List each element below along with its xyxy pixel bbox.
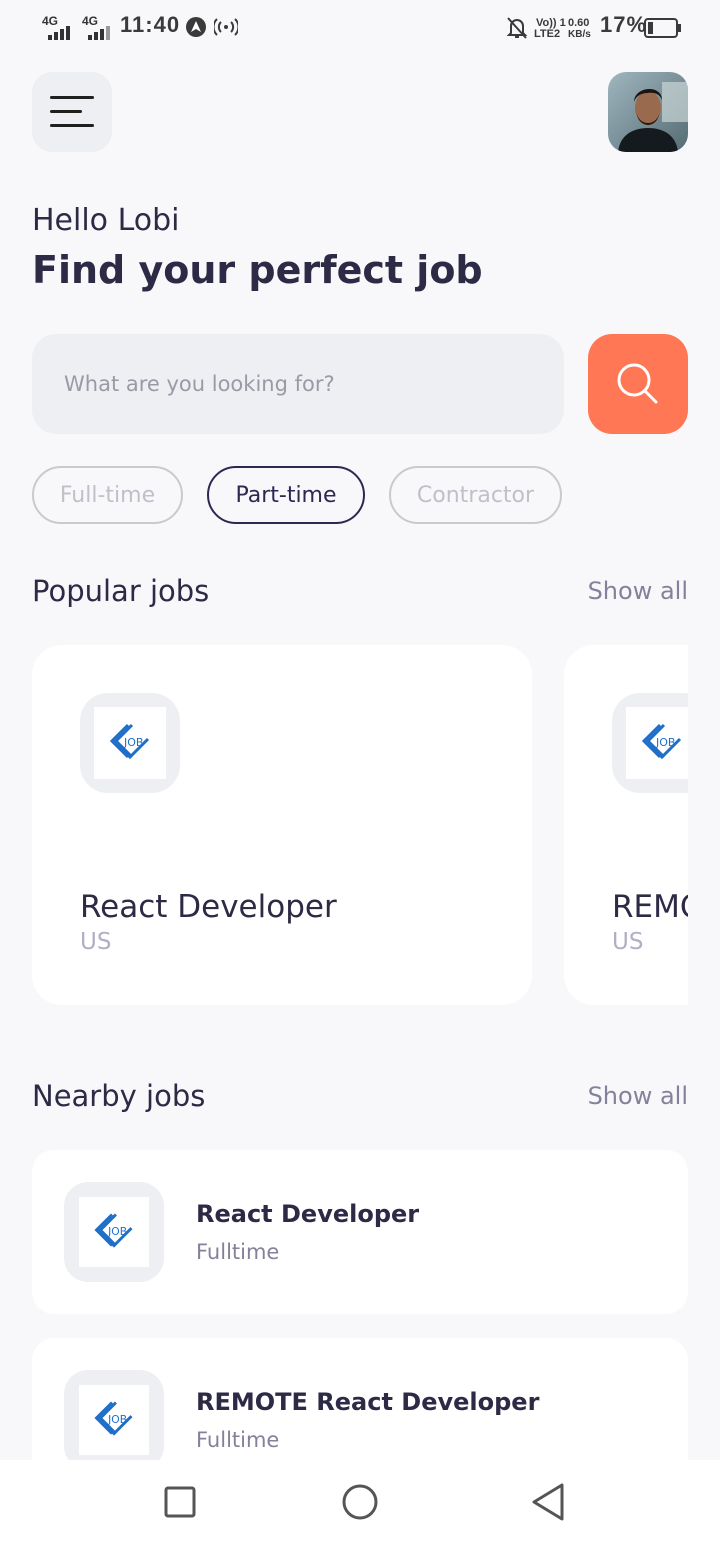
job-logo-icon: JOB [626, 707, 688, 779]
svg-text:JOB: JOB [107, 1413, 127, 1426]
search-input[interactable] [32, 334, 564, 434]
job-title: React Developer [80, 889, 337, 925]
clock: 11:40 [120, 12, 181, 37]
job-country: US [612, 929, 644, 955]
company-logo-container: JOB [64, 1370, 164, 1470]
triangle-back-icon[interactable] [530, 1482, 566, 1522]
menu-icon [50, 96, 94, 127]
hotspot-icon [214, 18, 238, 36]
popular-job-card[interactable]: JOB REMOTE React Developer US [564, 645, 688, 1005]
company-logo-container: JOB [80, 693, 180, 793]
profile-avatar[interactable] [608, 72, 688, 152]
job-type: Fulltime [196, 1428, 280, 1452]
company-logo-container: JOB [612, 693, 688, 793]
job-type: Fulltime [196, 1240, 280, 1264]
search-button[interactable] [588, 334, 688, 434]
job-title: REMOTE React Developer [612, 889, 688, 925]
popular-jobs-carousel[interactable]: JOB React Developer US JOB REMOTE React [32, 645, 688, 1005]
avatar-image [608, 72, 688, 152]
job-type-chip-part-time[interactable]: Part-time [207, 466, 365, 524]
app-screen: 4G 4G 11:40 Vo)) 1 LTE2 0.60 KB/s 17% He… [0, 0, 720, 1544]
signal-1-icon: 4G [42, 14, 72, 40]
nearby-show-all-link[interactable]: Show all [588, 1082, 688, 1110]
popular-show-all-link[interactable]: Show all [588, 577, 688, 605]
job-logo-icon: JOB [79, 1197, 149, 1267]
page-headline: Find your perfect job [32, 248, 483, 292]
system-navigation-bar [0, 1460, 720, 1544]
status-bar: 4G 4G 11:40 Vo)) 1 LTE2 0.60 KB/s 17% [0, 0, 720, 56]
job-country: US [80, 929, 112, 955]
job-type-chip-full-time[interactable]: Full-time [32, 466, 183, 524]
svg-text:JOB: JOB [107, 1225, 127, 1238]
signal-2-icon: 4G [82, 14, 112, 40]
job-title: REMOTE React Developer [196, 1388, 540, 1416]
company-logo-container: JOB [64, 1182, 164, 1282]
job-logo-icon: JOB [94, 707, 166, 779]
job-title: React Developer [196, 1200, 420, 1228]
popular-job-card[interactable]: JOB React Developer US [32, 645, 532, 1005]
svg-text:JOB: JOB [123, 736, 143, 749]
popular-jobs-title: Popular jobs [32, 574, 210, 608]
navigation-app-icon [186, 17, 206, 37]
svg-text:JOB: JOB [655, 736, 675, 749]
greeting-text: Hello Lobi [32, 203, 180, 238]
job-logo-icon: JOB [79, 1385, 149, 1455]
battery-icon [644, 18, 681, 38]
nearby-jobs-title: Nearby jobs [32, 1079, 206, 1113]
nearby-job-card[interactable]: JOB React Developer Fulltime [32, 1150, 688, 1314]
circle-icon[interactable] [342, 1484, 378, 1520]
menu-button[interactable] [32, 72, 112, 152]
battery-percent: 17% [600, 12, 648, 37]
square-icon[interactable] [164, 1486, 196, 1518]
search-icon [617, 363, 658, 404]
mute-bell-icon [506, 17, 528, 39]
job-type-chip-contractor[interactable]: Contractor [389, 466, 562, 524]
